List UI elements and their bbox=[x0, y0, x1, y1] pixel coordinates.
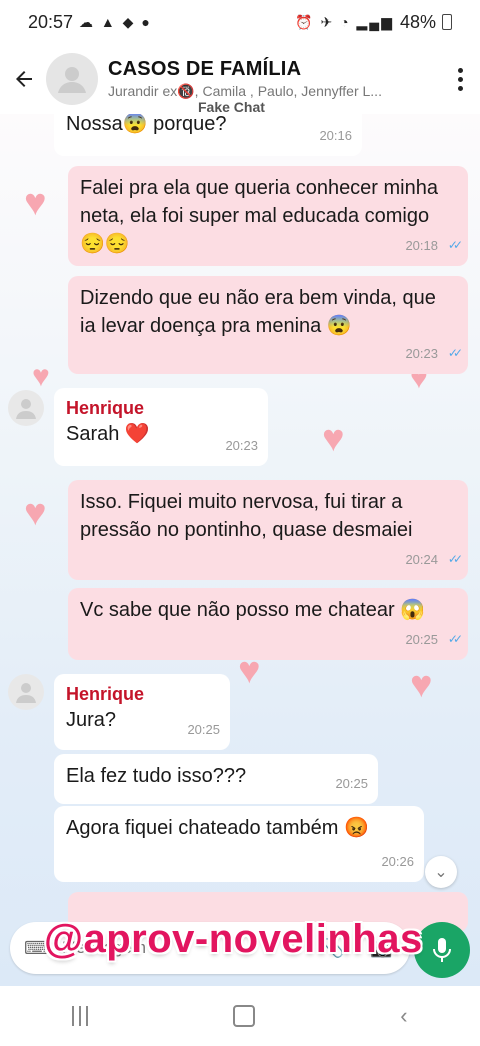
message-time: 20:23 bbox=[405, 346, 438, 361]
message-time: 20:25 bbox=[335, 776, 368, 791]
message-time: 20:23 bbox=[225, 438, 258, 453]
heart-icon: ♥ bbox=[32, 360, 50, 393]
mic-icon bbox=[433, 938, 451, 962]
chat-area[interactable]: ♥ ♥ ♥ ♥ ♥ ♥ ♥ Nossa😨 porque? 20:16 Falei… bbox=[0, 114, 480, 986]
heart-icon: ♥ bbox=[24, 182, 47, 224]
message-text: Ela fez tudo isso??? bbox=[66, 765, 247, 787]
read-ticks-icon: ✓✓ bbox=[447, 552, 463, 566]
group-info[interactable]: CASOS DE FAMÍLIA Jurandir ex🔞, Camila , … bbox=[108, 58, 440, 100]
message-bubble[interactable]: Falei pra ela que queria conhecer minha … bbox=[68, 166, 468, 266]
status-bar: 20:57 ☁ ▲ ◆ ● ⏰ ✈ ◔ ▂▄▆ 48% bbox=[0, 0, 480, 44]
home-icon[interactable] bbox=[233, 1005, 256, 1027]
message-text: Dizendo que eu não era bem vinda, que ia… bbox=[80, 287, 436, 337]
battery-icon bbox=[442, 14, 452, 30]
battery-level: 48% bbox=[399, 11, 436, 32]
message-bubble[interactable]: Vc sabe que não posso me chatear 😱 20:25… bbox=[68, 588, 468, 660]
more-options-icon[interactable] bbox=[440, 67, 480, 91]
scroll-down-icon[interactable]: ⌄ bbox=[425, 856, 457, 888]
read-ticks-icon: ✓✓ bbox=[447, 346, 463, 360]
group-members: Jurandir ex🔞, Camila , Paulo, Jennyffer … bbox=[108, 83, 382, 99]
message-time: 20:16 bbox=[319, 128, 352, 143]
group-avatar[interactable] bbox=[46, 53, 98, 105]
message-text: Nossa😨 porque? bbox=[66, 114, 227, 135]
message-time: 20:26 bbox=[381, 854, 414, 869]
group-title: CASOS DE FAMÍLIA bbox=[108, 58, 302, 80]
message-bubble[interactable]: Henrique Sarah ❤️ 20:23 bbox=[54, 388, 268, 466]
system-nav-bar: ‹ bbox=[0, 986, 480, 1046]
read-ticks-icon: ✓✓ bbox=[447, 632, 463, 646]
message-time: 20:24 bbox=[405, 552, 438, 567]
status-time: 20:57 bbox=[28, 11, 74, 32]
heart-icon: ♥ bbox=[410, 664, 433, 706]
message-bubble[interactable]: Isso. Fiquei muito nervosa, fui tirar a … bbox=[68, 480, 468, 580]
message-text: Agora fiquei chateado também 😡 bbox=[66, 817, 369, 839]
message-time: 20:25 bbox=[405, 632, 438, 647]
message-bubble[interactable]: Dizendo que eu não era bem vinda, que ia… bbox=[68, 276, 468, 374]
sender-avatar[interactable] bbox=[8, 674, 44, 710]
message-text: Isso. Fiquei muito nervosa, fui tirar a … bbox=[80, 491, 413, 541]
message-time: 20:25 bbox=[187, 722, 220, 737]
message-bubble[interactable]: Agora fiquei chateado também 😡 20:26 bbox=[54, 806, 424, 882]
watermark-overlay: @aprov-novelinhas bbox=[44, 917, 423, 961]
signal-icons: ⏰ ✈ ◔ ▂▄▆ bbox=[295, 13, 394, 30]
back-icon[interactable]: ‹ bbox=[400, 1003, 407, 1029]
notification-icons: ☁ ▲ ◆ ● bbox=[79, 13, 152, 30]
message-text: Jura? bbox=[66, 709, 117, 731]
message-bubble[interactable]: Ela fez tudo isso??? 20:25 bbox=[54, 754, 378, 804]
message-bubble[interactable]: Henrique Jura? 20:25 bbox=[54, 674, 230, 750]
fake-chat-watermark: Fake Chat bbox=[198, 99, 265, 115]
heart-icon: ♥ bbox=[24, 492, 47, 534]
back-arrow-icon[interactable] bbox=[2, 57, 46, 101]
message-text: Falei pra ela que queria conhecer minha … bbox=[80, 177, 438, 255]
read-ticks-icon: ✓✓ bbox=[447, 238, 463, 252]
sender-avatar[interactable] bbox=[8, 390, 44, 426]
message-bubble[interactable]: Nossa😨 porque? 20:16 bbox=[54, 114, 362, 156]
recent-apps-icon[interactable] bbox=[72, 1006, 89, 1026]
sender-name: Henrique bbox=[66, 684, 145, 704]
message-text: Sarah ❤️ bbox=[66, 423, 150, 445]
message-time: 20:18 bbox=[405, 238, 438, 253]
heart-icon: ♥ bbox=[322, 418, 345, 460]
message-text: Vc sabe que não posso me chatear 😱 bbox=[80, 599, 426, 621]
sender-name: Henrique bbox=[66, 398, 145, 418]
